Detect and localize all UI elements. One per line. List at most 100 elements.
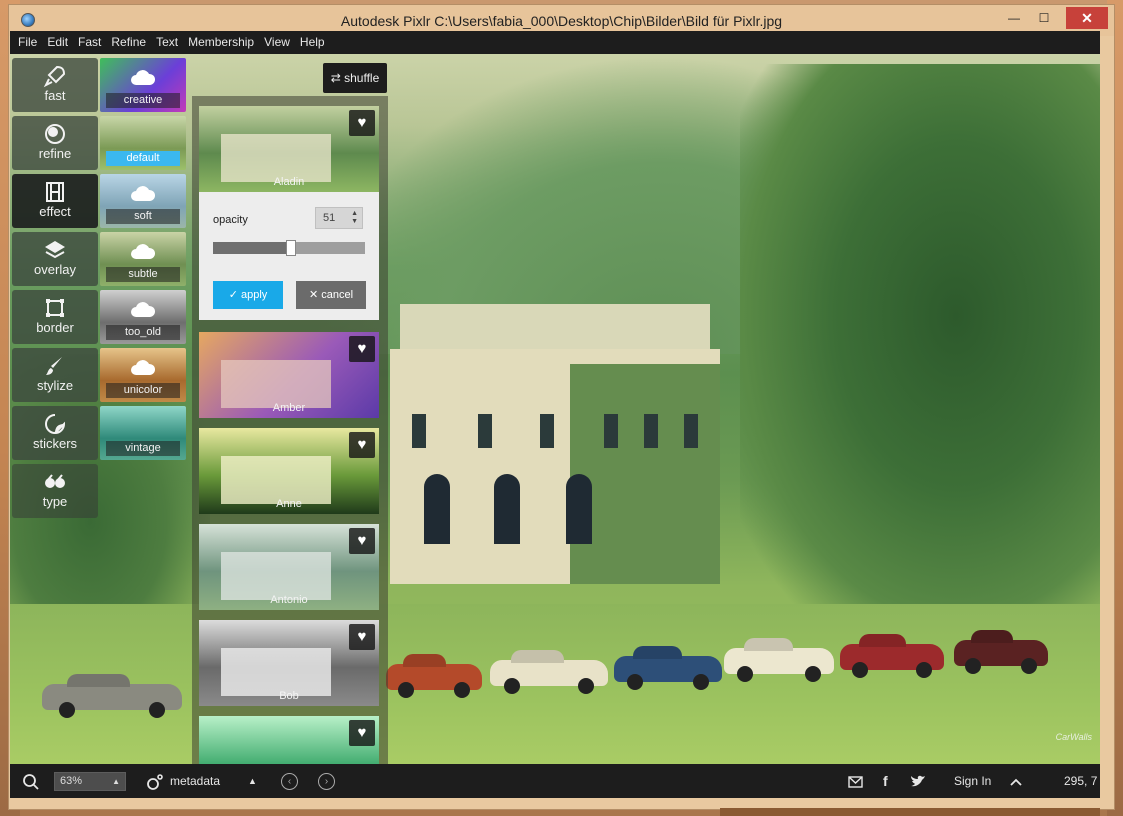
tool-label: stylize — [36, 378, 74, 393]
tool-border[interactable]: border — [12, 290, 98, 344]
category-unicolor[interactable]: unicolor — [100, 348, 186, 402]
status-bar: 63% ▲ metadata ▲ ‹ › f Sign In 295, 7 — [10, 764, 1100, 798]
effect-name: Amber — [272, 402, 306, 414]
heart-icon[interactable]: ♥ — [349, 110, 375, 136]
menu-help[interactable]: Help — [295, 31, 330, 54]
category-too-old[interactable]: too_old — [100, 290, 186, 344]
cloud-icon — [131, 360, 156, 375]
photo-car — [490, 660, 608, 694]
tool-type[interactable]: type — [12, 464, 98, 518]
tool-refine[interactable]: refine — [12, 116, 98, 170]
tool-effect[interactable]: effect — [12, 174, 98, 228]
brush-icon — [12, 348, 98, 378]
tool-fast[interactable]: fast — [12, 58, 98, 112]
category-default[interactable]: default — [100, 116, 186, 170]
category-subtle[interactable]: subtle — [100, 232, 186, 286]
metadata-caret-icon[interactable]: ▲ — [248, 764, 257, 798]
maximize-button[interactable]: ☐ — [1030, 7, 1058, 29]
tool-label: effect — [39, 204, 71, 219]
tool-label: type — [42, 494, 68, 509]
category-label: default — [106, 151, 180, 166]
opacity-slider-fill — [213, 242, 291, 254]
opacity-slider[interactable] — [213, 240, 365, 256]
opacity-slider-handle[interactable] — [285, 240, 296, 256]
effect-thumb-bob[interactable]: ♥ Bob — [199, 620, 379, 706]
effect-thumb-anne[interactable]: ♥ Anne — [199, 428, 379, 514]
shuffle-button[interactable]: ⇄ shuffle — [323, 63, 387, 93]
heart-icon[interactable]: ♥ — [349, 624, 375, 650]
cloud-icon — [131, 186, 156, 201]
heart-icon[interactable]: ♥ — [349, 432, 375, 458]
menu-refine[interactable]: Refine — [106, 31, 151, 54]
tool-stylize[interactable]: stylize — [12, 348, 98, 402]
effect-thumb-antonio[interactable]: ♥ Antonio — [199, 524, 379, 610]
opacity-label: opacity — [213, 214, 248, 226]
caret-up-icon: ▲ — [112, 777, 120, 786]
category-label: too_old — [106, 325, 180, 340]
prev-icon[interactable]: ‹ — [281, 773, 298, 790]
cancel-button[interactable]: ✕ cancel — [296, 281, 366, 309]
border-icon — [12, 290, 98, 320]
stepper-arrows-icon[interactable]: ▲ ▼ — [351, 210, 358, 226]
photo-villa — [390, 304, 720, 584]
metadata-icon — [146, 764, 164, 798]
close-button[interactable]: ✕ — [1066, 7, 1108, 29]
apply-label: apply — [240, 289, 268, 301]
window-title: Autodesk Pixlr C:\Users\fabia_000\Deskto… — [340, 13, 783, 29]
mail-icon[interactable] — [848, 764, 863, 798]
menu-file[interactable]: File — [10, 31, 42, 54]
category-label: soft — [106, 209, 180, 224]
tool-overlay[interactable]: overlay — [12, 232, 98, 286]
cloud-icon — [131, 244, 156, 259]
tool-stickers[interactable]: stickers — [12, 406, 98, 460]
sign-in-link[interactable]: Sign In — [954, 764, 991, 798]
tool-label: stickers — [32, 436, 78, 451]
menu-fast[interactable]: Fast — [73, 31, 106, 54]
effect-thumb-aladin[interactable]: ♥ Aladin — [199, 106, 379, 192]
menu-text[interactable]: Text — [151, 31, 183, 54]
opacity-panel: opacity 51 ▲ ▼ ✓ apply ✕ cancel — [199, 192, 379, 320]
category-label: creative — [106, 93, 180, 108]
category-vintage[interactable]: vintage — [100, 406, 186, 460]
heart-icon[interactable]: ♥ — [349, 336, 375, 362]
chevron-up-icon[interactable] — [1010, 764, 1022, 798]
sticker-icon — [12, 406, 98, 436]
layers-icon — [12, 232, 98, 262]
minimize-button[interactable]: — — [1000, 7, 1028, 29]
opacity-value: 51 — [323, 212, 336, 224]
photo-car — [386, 664, 482, 698]
check-icon: ✓ — [228, 289, 241, 301]
shuffle-icon: ⇄ — [330, 71, 345, 85]
category-creative[interactable]: creative — [100, 58, 186, 112]
menu-edit[interactable]: Edit — [42, 31, 73, 54]
category-label: unicolor — [106, 383, 180, 398]
effect-name: Aladin — [273, 176, 305, 188]
refine-icon — [12, 116, 98, 146]
zoom-select[interactable]: 63% ▲ — [54, 772, 126, 791]
heart-icon[interactable]: ♥ — [349, 528, 375, 554]
x-icon: ✕ — [308, 289, 322, 301]
twitter-icon[interactable] — [910, 764, 926, 798]
next-icon[interactable]: › — [318, 773, 335, 790]
cursor-coords: 295, 7 — [1064, 774, 1098, 788]
menu-membership[interactable]: Membership — [183, 31, 259, 54]
photo-car — [840, 644, 944, 678]
photo-car — [42, 684, 182, 718]
effect-thumb-amber[interactable]: ♥ Amber — [199, 332, 379, 418]
tool-label: fast — [44, 88, 66, 103]
tool-sidebar: fast refine effect overlay border styliz… — [12, 58, 98, 522]
opacity-stepper[interactable]: 51 ▲ ▼ — [315, 207, 363, 229]
facebook-icon[interactable]: f — [883, 764, 888, 798]
photo-trees-right — [740, 64, 1100, 624]
metadata-toggle[interactable]: metadata — [170, 764, 220, 798]
menu-view[interactable]: View — [259, 31, 295, 54]
heart-icon[interactable]: ♥ — [349, 720, 375, 746]
photo-watermark: CarWalls — [1055, 732, 1092, 742]
zoom-icon[interactable] — [22, 764, 40, 798]
menu-bar: File Edit Fast Refine Text Membership View Help — [10, 31, 1100, 54]
category-soft[interactable]: soft — [100, 174, 186, 228]
apply-button[interactable]: ✓ apply — [213, 281, 283, 309]
rocket-icon — [12, 58, 98, 88]
effect-thumb-next[interactable]: ♥ — [199, 716, 379, 766]
shuffle-label: shuffle — [344, 71, 380, 85]
